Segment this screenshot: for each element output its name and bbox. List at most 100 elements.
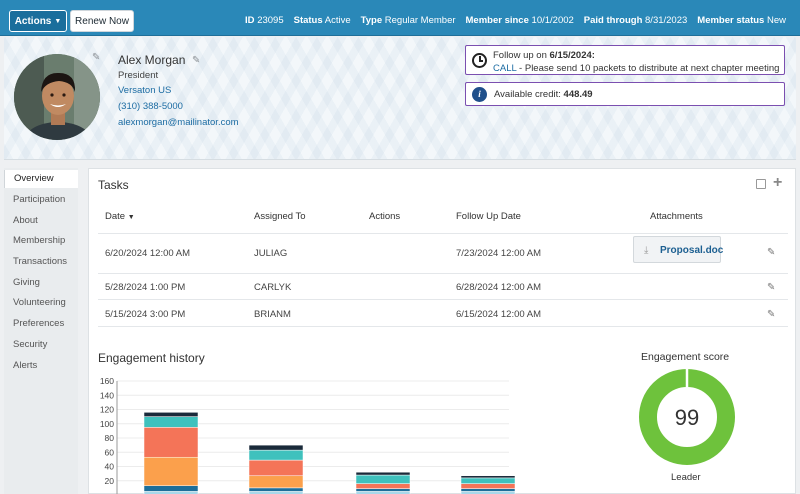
avatar-photo xyxy=(14,54,100,140)
actions-dropdown-button[interactable]: Actions ▼ xyxy=(9,10,67,32)
followup-heading: Follow up on 6/15/2024: xyxy=(493,50,595,61)
edit-photo-pencil-icon[interactable]: ✎ xyxy=(92,53,102,63)
engagement-score-donut: 99 xyxy=(639,368,735,465)
task-date: 5/15/2024 3:00 PM xyxy=(105,309,186,320)
task-followup: 6/28/2024 12:00 AM xyxy=(456,282,542,293)
bar-segment[interactable] xyxy=(460,483,516,489)
tasks-title: Tasks xyxy=(98,178,129,192)
overview-panel: Tasks + Date ▼ Assigned To Actions Follo… xyxy=(88,168,796,494)
y-tick-label: 60 xyxy=(105,447,115,457)
renew-now-button[interactable]: Renew Now xyxy=(70,10,134,32)
column-header-follow-up-date: Follow Up Date xyxy=(456,211,521,222)
bar-segment[interactable] xyxy=(460,488,516,492)
sidebar-item-membership[interactable]: Membership xyxy=(4,232,78,250)
column-header-actions: Actions xyxy=(369,211,401,222)
y-tick-label: 40 xyxy=(105,462,115,472)
bar-segment[interactable] xyxy=(355,488,411,492)
edit-task-pencil-icon[interactable]: ✎ xyxy=(767,247,775,258)
column-header-attachments: Attachments xyxy=(650,211,703,222)
engagement-history-title: Engagement history xyxy=(98,351,205,365)
bar-segment[interactable] xyxy=(355,474,411,484)
task-followup: 7/23/2024 12:00 AM xyxy=(456,248,542,259)
call-link[interactable]: CALL xyxy=(493,63,516,74)
sidebar-nav: Overview Participation About Membership … xyxy=(4,168,78,494)
bar-segment[interactable] xyxy=(248,444,304,451)
y-tick-label: 100 xyxy=(100,419,114,429)
profile-phone-link[interactable]: (310) 388-5000 xyxy=(118,101,183,112)
y-tick-label: 160 xyxy=(100,376,114,386)
profile-email-link[interactable]: alexmorgan@mailinator.com xyxy=(118,117,239,128)
bar-segment[interactable] xyxy=(143,456,199,486)
sidebar-item-alerts[interactable]: Alerts xyxy=(4,357,78,375)
meta-paid-through: Paid through 8/31/2023 xyxy=(583,15,688,26)
attachment-filename: Proposal.doc xyxy=(660,245,724,256)
avatar xyxy=(14,54,100,140)
task-date: 5/28/2024 1:00 PM xyxy=(105,282,186,293)
bar-segment[interactable] xyxy=(248,449,304,461)
bar-segment[interactable] xyxy=(143,412,199,417)
column-header-date[interactable]: Date ▼ xyxy=(105,211,135,222)
meta-member-since: Member since 10/1/2002 xyxy=(465,15,574,26)
profile-organization-link[interactable]: Versaton US xyxy=(118,85,171,96)
bar-segment[interactable] xyxy=(143,427,199,458)
y-tick-label: 140 xyxy=(100,390,114,400)
task-followup: 6/15/2024 12:00 AM xyxy=(456,309,542,320)
actions-label: Actions xyxy=(14,15,52,27)
y-tick-label: 120 xyxy=(100,405,114,415)
sort-desc-icon: ▼ xyxy=(127,214,135,221)
meta-id: ID 23095 xyxy=(245,15,284,26)
credit-alert: i Available credit: 448.49 xyxy=(465,82,785,106)
followup-detail: CALL - Please send 10 packets to distrib… xyxy=(493,63,780,74)
sidebar-item-security[interactable]: Security xyxy=(4,336,78,354)
table-row xyxy=(98,274,788,300)
y-tick-label: 20 xyxy=(105,476,115,486)
sidebar-item-volunteering[interactable]: Volunteering xyxy=(4,294,78,312)
edit-task-pencil-icon[interactable]: ✎ xyxy=(767,309,775,320)
bar-segment[interactable] xyxy=(248,459,304,477)
bar-segment[interactable] xyxy=(355,483,411,489)
bar-segment[interactable] xyxy=(460,477,516,484)
table-row xyxy=(98,300,788,327)
sidebar-item-overview[interactable]: Overview xyxy=(4,170,78,188)
alarm-clock-icon xyxy=(472,53,487,68)
sidebar-item-giving[interactable]: Giving xyxy=(4,274,78,292)
attachment-proposal[interactable]: ⤓ Proposal.doc xyxy=(633,236,724,263)
edit-task-pencil-icon[interactable]: ✎ xyxy=(767,282,775,293)
top-bar: Actions ▼ Renew Now ID 23095 Status Acti… xyxy=(0,0,800,36)
bar-segment[interactable] xyxy=(355,471,411,476)
task-assigned: BRIANM xyxy=(254,309,291,320)
download-icon: ⤓ xyxy=(644,245,649,256)
profile-title: President xyxy=(118,70,159,81)
followup-alert: Follow up on 6/15/2024: CALL - Please se… xyxy=(465,45,785,75)
meta-type: Type Regular Member xyxy=(360,15,456,26)
bar-segment[interactable] xyxy=(143,416,199,428)
engagement-score-value: 99 xyxy=(675,405,699,430)
task-date: 6/20/2024 12:00 AM xyxy=(105,248,191,259)
bar-segment[interactable] xyxy=(248,475,304,489)
meta-member-status: Member status New xyxy=(697,15,786,26)
task-assigned: CARLYK xyxy=(254,282,292,293)
profile-name: Alex Morgan xyxy=(118,53,186,67)
y-tick-label: 80 xyxy=(105,433,115,443)
task-assigned: JULIAG xyxy=(254,248,288,259)
info-icon: i xyxy=(472,87,487,102)
caret-down-icon: ▼ xyxy=(54,17,62,25)
sidebar-item-preferences[interactable]: Preferences xyxy=(4,315,78,333)
meta-status: Status Active xyxy=(293,15,351,26)
bar-segment[interactable] xyxy=(460,475,516,479)
engagement-history-chart: 20 40 60 80 100 120 140 160 xyxy=(100,376,516,494)
bar-segment[interactable] xyxy=(143,485,199,492)
column-header-assigned-to: Assigned To xyxy=(254,211,306,222)
engagement-score-title: Engagement score xyxy=(641,351,730,363)
available-credit: Available credit: 448.49 xyxy=(494,89,593,100)
sidebar-item-about[interactable]: About xyxy=(4,212,78,230)
profile-header: ✎ Alex Morgan ✎ President Versaton US (3… xyxy=(4,37,796,160)
edit-name-pencil-icon[interactable]: ✎ xyxy=(192,56,202,66)
add-task-plus-icon[interactable]: + xyxy=(773,175,782,191)
bar-segment[interactable] xyxy=(248,487,304,492)
sidebar-item-transactions[interactable]: Transactions xyxy=(4,253,78,271)
sidebar-item-participation[interactable]: Participation xyxy=(4,191,78,209)
engagement-score-level: Leader xyxy=(671,472,701,483)
member-meta: ID 23095 Status Active Type Regular Memb… xyxy=(245,15,786,26)
filter-icon[interactable] xyxy=(756,179,766,189)
